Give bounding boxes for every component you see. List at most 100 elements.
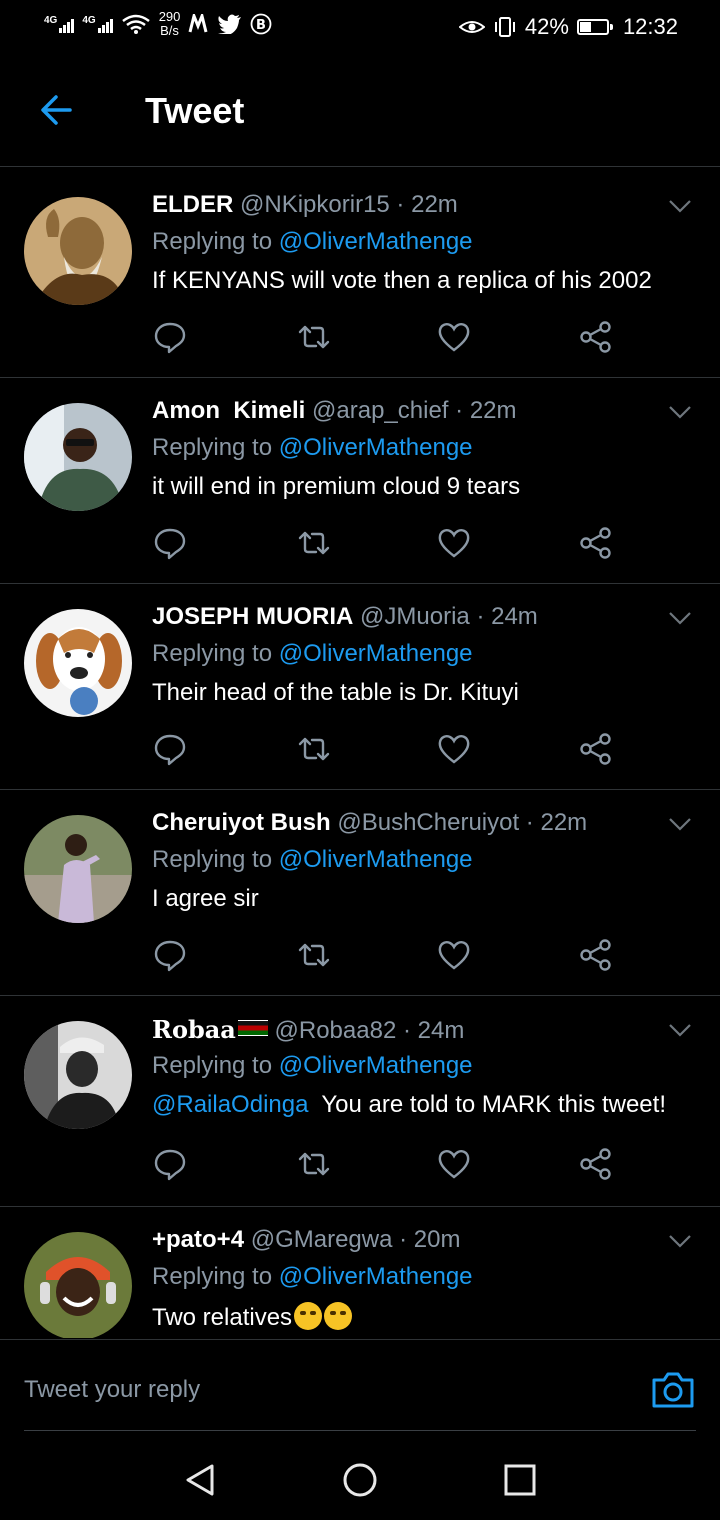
retweet-icon[interactable]	[296, 1146, 332, 1182]
chevron-down-icon[interactable]	[668, 402, 692, 422]
replying-label: Replying to	[152, 1263, 273, 1290]
nav-back-icon[interactable]	[180, 1460, 220, 1500]
crying-face-icon	[294, 1302, 323, 1330]
replying-to-handle[interactable]: @OliverMathenge	[279, 640, 473, 667]
chevron-down-icon[interactable]	[668, 608, 692, 628]
share-icon[interactable]	[578, 525, 614, 561]
comment-icon[interactable]	[152, 319, 188, 355]
signal-1-icon: 4G	[44, 15, 75, 33]
tweet-text-body: Two relatives	[152, 1304, 293, 1331]
like-icon[interactable]	[436, 525, 472, 561]
vibrate-icon	[494, 17, 515, 37]
timestamp: 20m	[413, 1226, 461, 1253]
battery-percent: 42%	[524, 14, 569, 39]
nav-home-icon[interactable]	[340, 1460, 380, 1500]
like-icon[interactable]	[436, 1146, 472, 1182]
display-name[interactable]: Amon Kimeli	[152, 397, 305, 424]
share-icon[interactable]	[578, 1146, 614, 1182]
replying-label: Replying to	[152, 846, 273, 873]
kenya-flag-icon	[237, 1020, 268, 1036]
tweet-item[interactable]: Robaa @Robaa82 · 24m Replying to @Oliver…	[0, 996, 720, 1207]
share-icon[interactable]	[578, 731, 614, 767]
tweet-text-body: You are told to MARK this tweet!	[321, 1091, 666, 1118]
speed-value: 290	[158, 9, 181, 24]
nav-recents-icon[interactable]	[500, 1460, 540, 1500]
display-name[interactable]: Robaa	[152, 1015, 268, 1044]
top-app-bar: Tweet	[0, 56, 720, 167]
replying-to-handle[interactable]: @OliverMathenge	[279, 228, 473, 255]
timestamp: 24m	[417, 1017, 465, 1044]
chevron-down-icon[interactable]	[668, 814, 692, 834]
tweet-header: Cheruiyot Bush @BushCheruiyot · 22m	[152, 809, 588, 836]
back-arrow-icon[interactable]	[36, 90, 76, 130]
tweet-text: @RailaOdinga You are told to MARK this t…	[152, 1091, 666, 1119]
replying-to-handle[interactable]: @OliverMathenge	[279, 846, 473, 873]
chevron-down-icon[interactable]	[668, 1020, 692, 1040]
avatar[interactable]	[24, 815, 132, 923]
retweet-icon[interactable]	[296, 319, 332, 355]
status-left: 4G 4G 290 B/s B	[44, 10, 272, 38]
comment-icon[interactable]	[152, 1146, 188, 1182]
tweet-actions	[152, 937, 622, 973]
like-icon[interactable]	[436, 731, 472, 767]
tweet-item[interactable]: ELDER @NKipkorir15 · 22m Replying to @Ol…	[0, 172, 720, 378]
eye-comfort-icon	[458, 21, 485, 33]
avatar[interactable]	[24, 1021, 132, 1129]
replying-label: Replying to	[152, 1052, 273, 1079]
comment-icon[interactable]	[152, 525, 188, 561]
tweet-actions	[152, 1146, 622, 1182]
retweet-icon[interactable]	[296, 937, 332, 973]
tweet-actions	[152, 525, 622, 561]
display-name[interactable]: +pato+4	[152, 1226, 244, 1253]
avatar[interactable]	[24, 403, 132, 511]
reply-input[interactable]: Tweet your reply	[24, 1376, 200, 1404]
like-icon[interactable]	[436, 319, 472, 355]
tweet-item[interactable]: JOSEPH MUORIA @JMuoria · 24m Replying to…	[0, 584, 720, 790]
mention-link[interactable]: @RailaOdinga	[152, 1091, 308, 1118]
network-type-1: 4G	[44, 15, 58, 26]
retweet-icon[interactable]	[296, 525, 332, 561]
share-icon[interactable]	[578, 937, 614, 973]
comment-icon[interactable]	[152, 731, 188, 767]
divider	[24, 1430, 696, 1431]
user-handle[interactable]: @BushCheruiyot	[337, 809, 519, 836]
status-right: 42% 12:32	[458, 14, 678, 40]
replying-to: Replying to @OliverMathenge	[152, 1052, 473, 1080]
speed-unit: B/s	[160, 23, 179, 38]
user-handle[interactable]: @GMaregwa	[251, 1226, 393, 1253]
display-name[interactable]: Cheruiyot Bush	[152, 809, 331, 836]
replying-to-handle[interactable]: @OliverMathenge	[279, 1263, 473, 1290]
tweet-header: +pato+4 @GMaregwa · 20m	[152, 1226, 461, 1253]
tweet-item[interactable]: +pato+4 @GMaregwa · 20m Replying to @Oli…	[0, 1207, 720, 1338]
avatar[interactable]	[24, 197, 132, 305]
tweet-text: it will end in premium cloud 9 tears	[152, 473, 521, 500]
retweet-icon[interactable]	[296, 731, 332, 767]
timestamp: 22m	[469, 397, 517, 424]
display-name[interactable]: JOSEPH MUORIA	[152, 603, 353, 630]
tweet-header: Amon Kimeli @arap_chief · 22m	[152, 397, 517, 424]
tweet-header: ELDER @NKipkorir15 · 22m	[152, 191, 458, 218]
user-handle[interactable]: @Robaa82	[275, 1017, 397, 1044]
replying-to-handle[interactable]: @OliverMathenge	[279, 434, 473, 461]
user-handle[interactable]: @JMuoria	[360, 603, 470, 630]
comment-icon[interactable]	[152, 937, 188, 973]
user-handle[interactable]: @arap_chief	[312, 397, 448, 424]
avatar[interactable]	[24, 1232, 132, 1338]
chevron-down-icon[interactable]	[668, 1231, 692, 1251]
user-handle[interactable]: @NKipkorir15	[240, 191, 390, 218]
reply-composer: Tweet your reply	[0, 1339, 720, 1440]
tweet-item[interactable]: Cheruiyot Bush @BushCheruiyot · 22m Repl…	[0, 790, 720, 996]
replying-to: Replying to @OliverMathenge	[152, 846, 473, 874]
replying-to: Replying to @OliverMathenge	[152, 434, 473, 462]
like-icon[interactable]	[436, 937, 472, 973]
chevron-down-icon[interactable]	[668, 196, 692, 216]
display-name-text: Robaa	[152, 1015, 236, 1044]
status-bar: 4G 4G 290 B/s B 42% 12:32	[0, 0, 720, 56]
tweet-item[interactable]: Amon Kimeli @arap_chief · 22m Replying t…	[0, 378, 720, 584]
share-icon[interactable]	[578, 319, 614, 355]
replying-to-handle[interactable]: @OliverMathenge	[279, 1052, 473, 1079]
camera-icon[interactable]	[650, 1370, 696, 1410]
display-name[interactable]: ELDER	[152, 191, 233, 218]
timestamp: 22m	[411, 191, 458, 218]
avatar[interactable]	[24, 609, 132, 717]
